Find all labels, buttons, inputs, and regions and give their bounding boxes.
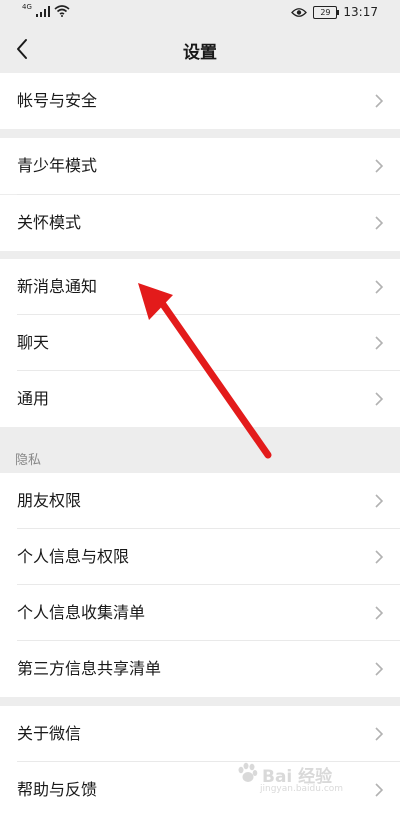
status-left: 4G — [22, 3, 70, 17]
clock: 13:17 — [343, 5, 378, 19]
chevron-right-icon — [375, 662, 384, 676]
row-label: 新消息通知 — [17, 277, 98, 296]
settings-row-notifications[interactable]: 新消息通知 — [0, 259, 400, 315]
row-label: 个人信息收集清单 — [17, 603, 146, 622]
chevron-right-icon — [375, 727, 384, 741]
settings-row-general[interactable]: 通用 — [0, 371, 400, 427]
settings-row-info-collection-list[interactable]: 个人信息收集清单 — [0, 585, 400, 641]
row-label: 关于微信 — [17, 724, 82, 743]
settings-row-about-wechat[interactable]: 关于微信 — [0, 706, 400, 762]
status-right: 29 13:17 — [291, 5, 378, 19]
watermark: Bai 经验 jingyan.baidu.com — [236, 762, 386, 798]
page-title: 设置 — [183, 43, 217, 63]
row-label: 青少年模式 — [17, 156, 98, 175]
chevron-right-icon — [375, 550, 384, 564]
wifi-icon — [54, 5, 70, 17]
chevron-right-icon — [375, 216, 384, 230]
network-type: 4G — [22, 3, 32, 11]
settings-row-personal-info-permissions[interactable]: 个人信息与权限 — [0, 529, 400, 585]
settings-row-chat[interactable]: 聊天 — [0, 315, 400, 371]
nav-header: 设置 — [0, 26, 400, 72]
chevron-right-icon — [375, 494, 384, 508]
row-label: 个人信息与权限 — [17, 547, 130, 566]
settings-row-care-mode[interactable]: 关怀模式 — [0, 195, 400, 251]
chevron-right-icon — [375, 159, 384, 173]
paw-logo-icon — [238, 762, 258, 782]
row-label: 朋友权限 — [17, 491, 82, 510]
settings-row-teen-mode[interactable]: 青少年模式 — [0, 138, 400, 194]
row-label: 关怀模式 — [17, 213, 82, 232]
row-label: 帐号与安全 — [17, 91, 98, 110]
chevron-right-icon — [375, 606, 384, 620]
settings-row-account-security[interactable]: 帐号与安全 — [0, 73, 400, 129]
row-label: 聊天 — [17, 333, 50, 352]
status-bar: 4G 29 13:17 — [0, 0, 400, 26]
section-label-privacy: 隐私 — [15, 453, 42, 468]
watermark-url: jingyan.baidu.com — [260, 784, 344, 794]
signal-icon — [35, 5, 50, 17]
chevron-right-icon — [375, 336, 384, 350]
chevron-right-icon — [375, 392, 384, 406]
settings-row-friend-permissions[interactable]: 朋友权限 — [0, 473, 400, 529]
eye-icon — [291, 7, 308, 17]
chevron-right-icon — [375, 94, 384, 108]
battery-icon: 29 — [313, 5, 340, 19]
battery-level: 29 — [320, 7, 331, 17]
row-label: 第三方信息共享清单 — [17, 659, 162, 678]
row-label: 帮助与反馈 — [17, 780, 98, 799]
row-label: 通用 — [17, 389, 50, 408]
settings-row-third-party-sharing-list[interactable]: 第三方信息共享清单 — [0, 641, 400, 697]
chevron-right-icon — [375, 280, 384, 294]
